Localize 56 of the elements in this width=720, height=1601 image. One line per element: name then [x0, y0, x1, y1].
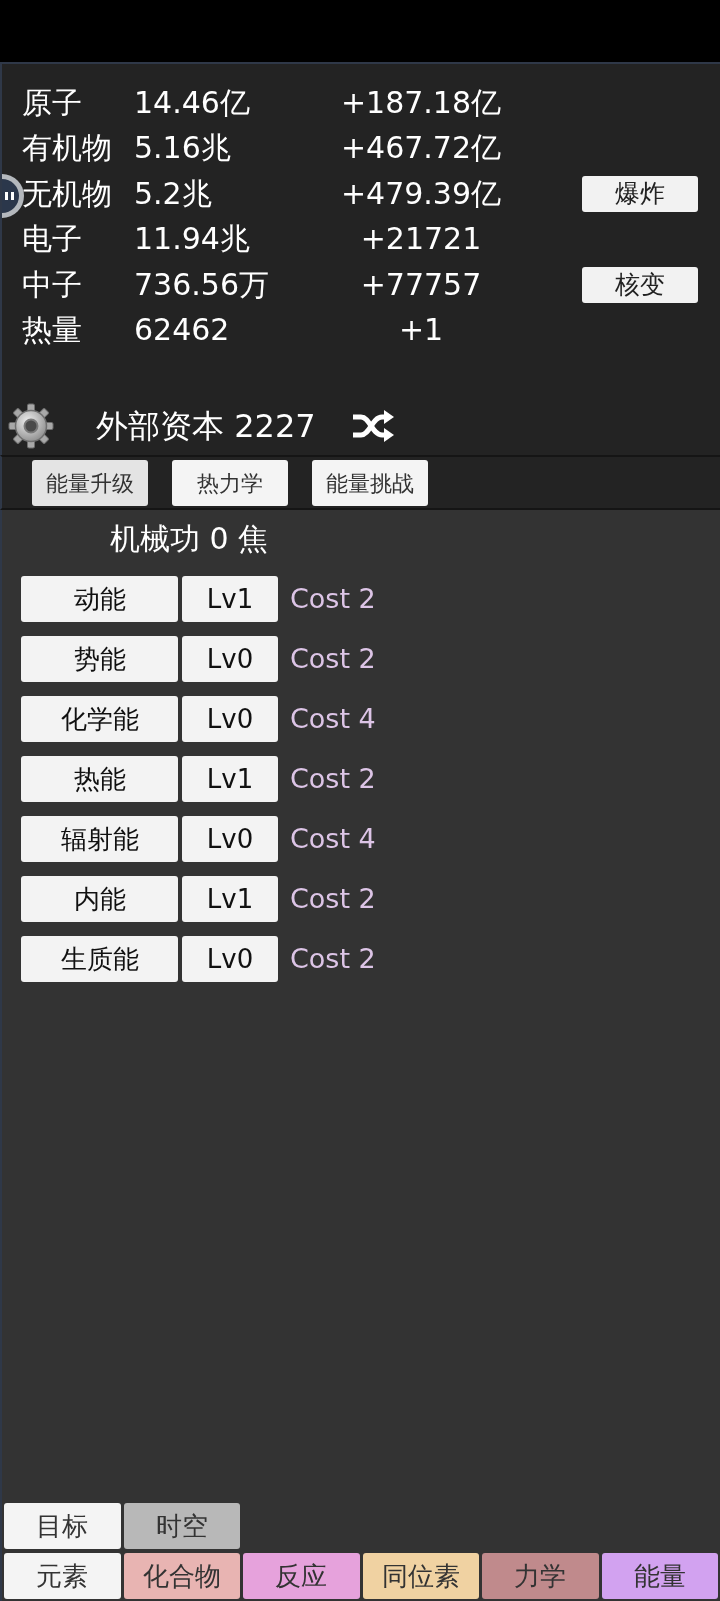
subtab[interactable]: 能量升级	[32, 460, 148, 506]
action-button[interactable]: 爆炸	[582, 175, 698, 212]
resource-rate: +21721	[360, 224, 482, 255]
resource-amount: 736.56万	[134, 269, 269, 300]
upgrade-button[interactable]: 化学能	[21, 696, 178, 742]
category-tab[interactable]: 元素	[4, 1553, 121, 1599]
cost-label: Cost 2	[290, 881, 376, 916]
upgrade-button[interactable]: 内能	[21, 876, 178, 922]
resource-rate: +1	[398, 315, 444, 346]
category-tab[interactable]: 目标	[4, 1503, 121, 1549]
action-button[interactable]: 核变	[582, 266, 698, 303]
work-total-label: 机械功 0 焦	[110, 522, 269, 555]
category-tab[interactable]: 能量	[601, 1553, 718, 1599]
cost-label: Cost 2	[290, 761, 376, 796]
level-button[interactable]: Lv1	[182, 876, 278, 922]
category-tab[interactable]: 化合物	[123, 1553, 240, 1599]
resource-name: 电子	[22, 224, 82, 255]
cost-label: Cost 4	[290, 701, 376, 736]
resource-rate: +467.72亿	[340, 133, 502, 164]
resource-rate: +187.18亿	[340, 87, 502, 118]
resource-rate: +77757	[360, 269, 482, 300]
cost-label: Cost 2	[290, 641, 376, 676]
upgrade-button[interactable]: 生质能	[21, 936, 178, 982]
resource-amount: 14.46亿	[134, 87, 250, 118]
category-tab[interactable]: 时空	[123, 1503, 240, 1549]
level-button[interactable]: Lv1	[182, 576, 278, 622]
resource-name: 无机物	[22, 178, 112, 209]
shuffle-icon[interactable]	[351, 409, 394, 443]
resource-name: 热量	[22, 315, 82, 346]
resource-amount: 11.94兆	[134, 224, 250, 255]
level-button[interactable]: Lv0	[182, 696, 278, 742]
cost-label: Cost 2	[290, 581, 376, 616]
level-button[interactable]: Lv1	[182, 756, 278, 802]
resource-amount: 62462	[134, 315, 230, 346]
level-button[interactable]: Lv0	[182, 816, 278, 862]
upgrade-button[interactable]: 势能	[21, 636, 178, 682]
resource-amount: 5.2兆	[134, 178, 212, 209]
resource-rate: +479.39亿	[340, 178, 502, 209]
settings-icon[interactable]	[8, 403, 54, 449]
cost-label: Cost 2	[290, 941, 376, 976]
cost-label: Cost 4	[290, 821, 376, 856]
category-tab[interactable]: 反应	[243, 1553, 360, 1599]
subtab[interactable]: 能量挑战	[312, 460, 428, 506]
resource-amount: 5.16兆	[134, 133, 231, 164]
category-tab[interactable]: 力学	[482, 1553, 599, 1599]
category-tab[interactable]: 同位素	[362, 1553, 479, 1599]
upgrade-button[interactable]: 动能	[21, 576, 178, 622]
level-button[interactable]: Lv0	[182, 636, 278, 682]
resource-name: 有机物	[22, 133, 112, 164]
capital-label: 外部资本 2227	[96, 410, 316, 442]
resource-name: 中子	[22, 269, 82, 300]
subtab[interactable]: 热力学	[172, 460, 288, 506]
resource-name: 原子	[22, 87, 82, 118]
upgrade-button[interactable]: 辐射能	[21, 816, 178, 862]
level-button[interactable]: Lv0	[182, 936, 278, 982]
upgrade-button[interactable]: 热能	[21, 756, 178, 802]
